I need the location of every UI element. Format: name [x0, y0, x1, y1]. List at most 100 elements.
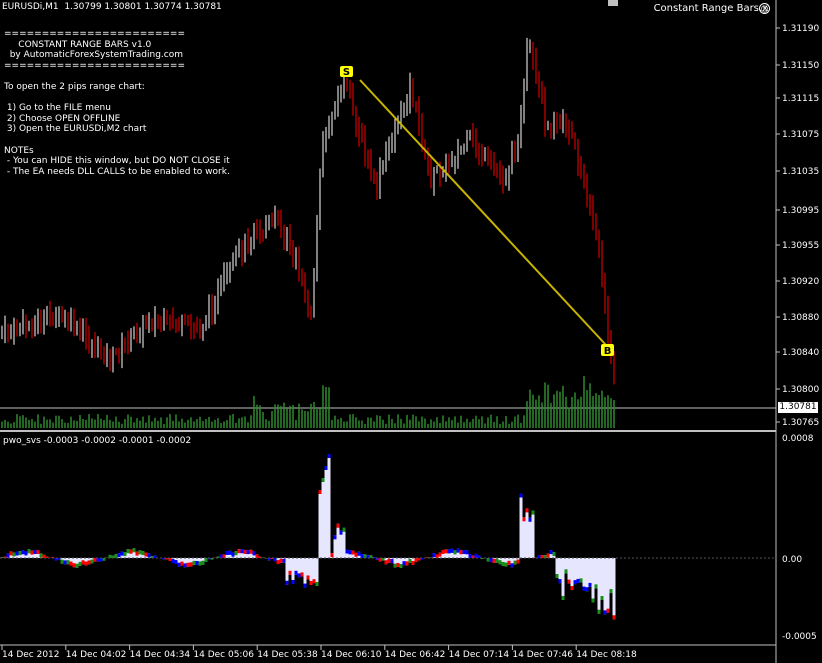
oscillator-tip: [246, 550, 250, 555]
oscillator-tip: [549, 550, 553, 555]
oscillator-tip: [576, 578, 580, 583]
oscillator-tip: [147, 553, 151, 558]
oscillator-tip: [579, 578, 583, 583]
time-tick-label: 14 Dec 06:10: [321, 650, 382, 660]
oscillator-tip: [435, 554, 439, 558]
oscillator-tip: [474, 553, 478, 558]
oscillator-tip: [273, 558, 277, 562]
indicator-label: pwo_svs -0.0003 -0.0002 -0.0001 -0.0002: [3, 436, 192, 446]
buy-marker-label: B: [604, 346, 612, 357]
oscillator-tip: [351, 550, 355, 555]
oscillator-tip: [564, 569, 568, 574]
oscillator-tip: [237, 549, 241, 554]
oscillator-tip: [231, 552, 235, 557]
price-tick-label: 1.30995: [782, 206, 819, 216]
oscillator-bar: [324, 466, 328, 558]
oscillator-tip: [333, 535, 337, 540]
buy-marker[interactable]: B: [601, 344, 614, 357]
oscillator-tip: [399, 563, 403, 568]
oscillator-tip: [405, 561, 409, 566]
oscillator-tip: [249, 549, 253, 554]
price-tick-label: 1.31190: [782, 24, 819, 34]
oscillator-tip: [126, 549, 130, 554]
oscillator-bar: [339, 530, 343, 558]
oscillator-tip: [18, 551, 22, 556]
info-line: NOTEs: [4, 145, 34, 156]
oscillator-tip: [357, 551, 361, 556]
oscillator-tip: [519, 493, 523, 498]
oscillator-tip: [567, 579, 571, 584]
time-tick-label: 14 Dec 07:46: [512, 650, 573, 660]
oscillator-tip: [441, 549, 445, 554]
oscillator-bar: [609, 558, 613, 594]
oscillator-bar: [582, 558, 586, 591]
pane-separator[interactable]: [0, 430, 776, 432]
oscillator-tip: [444, 549, 448, 554]
oscillator-tip: [354, 552, 358, 557]
oscillator-tip: [60, 559, 64, 564]
oscillator-tip: [75, 563, 79, 568]
oscillator-bar: [285, 558, 289, 585]
oscillator-tip: [141, 551, 145, 556]
oscillator-bar: [522, 517, 526, 558]
oscillator-tip: [570, 586, 574, 591]
oscillator-tip: [33, 549, 37, 554]
main-chart[interactable]: S B 1.311901.311501.311151.310751.310351…: [0, 0, 822, 663]
oscillator-tip: [465, 550, 469, 555]
oscillator-tip: [552, 552, 556, 557]
indicator-axis: 0.0008 0.00 -0.0005: [782, 434, 817, 642]
oscillator-tip: [201, 560, 205, 565]
oscillator-tip: [588, 582, 592, 587]
oscillator-tip: [528, 517, 532, 522]
price-tick-label: 1.30880: [782, 313, 819, 323]
status-indicator: [608, 0, 618, 6]
oscillator-tip: [234, 551, 238, 556]
oscillator-bar: [315, 558, 319, 586]
oscillator-tip: [387, 558, 391, 563]
info-line: - You can HIDE this window, but DO NOT C…: [4, 156, 230, 167]
time-tick-label: 14 Dec 04:34: [130, 650, 191, 660]
oscillator-tip: [456, 548, 460, 553]
info-line: To open the 2 pips range chart:: [4, 82, 145, 92]
oscillator-tip: [492, 558, 496, 563]
oscillator-tip: [225, 550, 229, 555]
oscillator-tip: [192, 560, 196, 565]
oscillator-tip: [453, 550, 457, 555]
oscillator-tip: [414, 558, 418, 562]
oscillator-tip: [243, 549, 247, 554]
oscillator-tip: [498, 560, 502, 565]
oscillator-tip: [87, 560, 91, 565]
oscillator-tip: [174, 560, 178, 565]
oscillator-tip: [177, 562, 181, 567]
oscillator-tip: [6, 553, 10, 558]
oscillator-tip: [309, 580, 313, 585]
oscillator-tip: [336, 523, 340, 528]
oscillator-tip: [276, 560, 280, 565]
oscillator-tip: [135, 551, 139, 556]
sell-marker[interactable]: S: [340, 66, 353, 78]
oscillator-tip: [63, 560, 67, 565]
oscillator-tip: [90, 559, 94, 564]
oscillator-tip: [252, 551, 256, 556]
oscillator-tip: [12, 552, 16, 557]
time-tick-label: 14 Dec 08:18: [576, 650, 637, 660]
oscillator-tip: [495, 558, 499, 563]
oscillator-tip: [99, 558, 103, 562]
oscillator-tip: [600, 596, 604, 601]
oscillator-tip: [558, 579, 562, 584]
indicator-tick-label: 0.0008: [782, 434, 814, 444]
oscillator-tip: [402, 561, 406, 566]
oscillator-tip: [393, 563, 397, 568]
oscillator-tip: [447, 549, 451, 554]
oscillator-tip: [120, 551, 124, 556]
info-line: by AutomaticForexSystemTrading.com: [4, 50, 184, 61]
smiley-icon: ☺: [759, 3, 770, 14]
price-tick-label: 1.30765: [782, 418, 819, 428]
oscillator-tip: [597, 609, 601, 614]
oscillator-tip: [516, 559, 520, 564]
oscillator-tip: [183, 563, 187, 568]
oscillator-tip: [240, 549, 244, 554]
oscillator-tip: [114, 554, 118, 558]
oscillator-bar: [597, 558, 601, 614]
oscillator-tip: [198, 561, 202, 566]
